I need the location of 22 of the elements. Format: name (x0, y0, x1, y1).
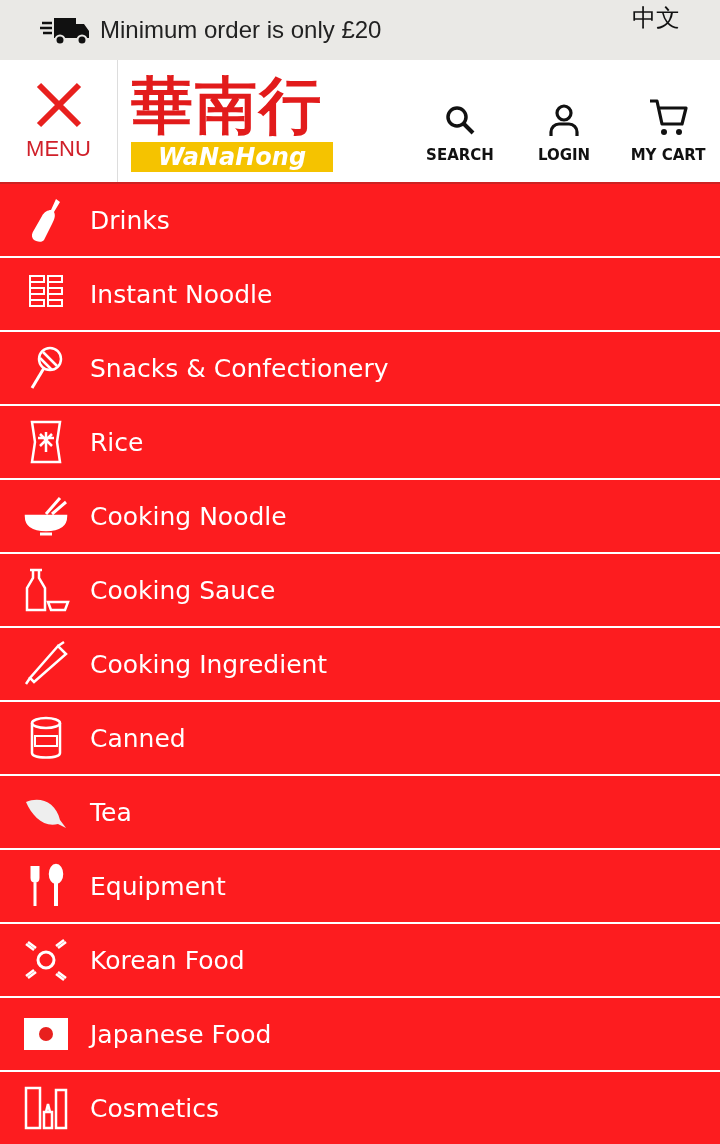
logo[interactable]: 華南行 WaNaHong (131, 72, 333, 172)
cart-icon (648, 98, 688, 138)
notice-text: Minimum order is only £20 (100, 16, 382, 44)
category-item[interactable]: Cooking Noodle (0, 480, 720, 552)
category-item[interactable]: Korean Food (0, 924, 720, 996)
category-item[interactable]: Canned (0, 702, 720, 774)
cart-button[interactable]: MY CART (616, 98, 720, 164)
category-item[interactable]: Japanese Food (0, 998, 720, 1070)
category-item[interactable]: Snacks & Confectionery (0, 332, 720, 404)
category-item[interactable]: Cosmetics (0, 1072, 720, 1144)
user-icon (546, 102, 582, 138)
language-link[interactable]: 中文 (632, 2, 680, 34)
category-item[interactable]: Equipment (0, 850, 720, 922)
search-button[interactable]: SEARCH (408, 102, 512, 164)
category-item[interactable]: Drinks (0, 184, 720, 256)
login-button[interactable]: LOGIN (512, 102, 616, 164)
category-item[interactable]: Tea (0, 776, 720, 848)
category-item[interactable]: Rice (0, 406, 720, 478)
category-item[interactable]: Cooking Sauce (0, 554, 720, 626)
category-item[interactable]: Cooking Ingredient (0, 628, 720, 700)
cosmetics-icon (22, 1084, 70, 1132)
category-item[interactable]: Instant Noodle (0, 258, 720, 330)
